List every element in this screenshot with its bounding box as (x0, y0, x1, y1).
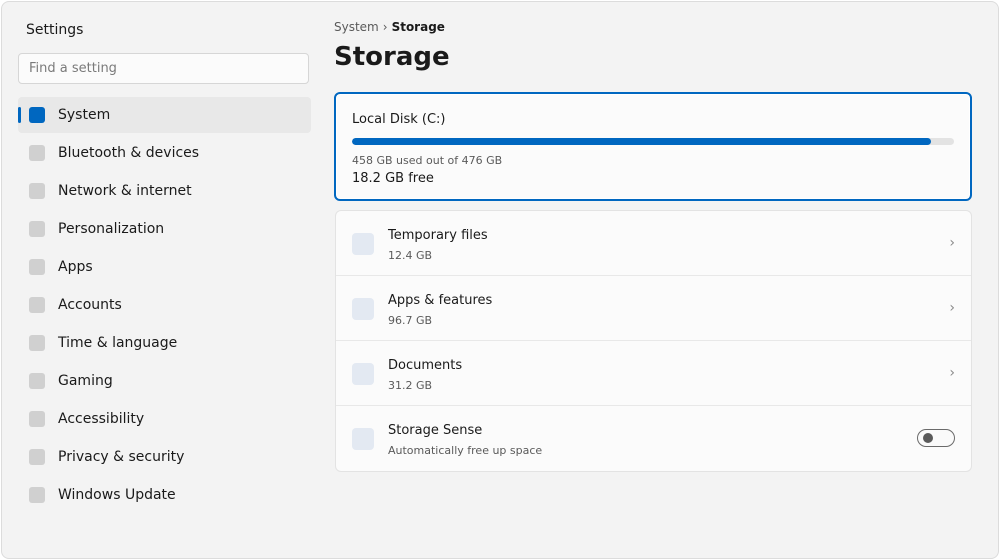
chevron-right-icon: › (949, 300, 955, 316)
shield-icon (29, 449, 45, 465)
sidebar-item-label: Time & language (58, 335, 178, 351)
sidebar-nav: System Bluetooth & devices Network & int… (18, 97, 311, 515)
page-title: Storage (334, 42, 450, 72)
sidebar-item-network-internet[interactable]: Network & internet (18, 173, 311, 209)
storage-item-size: 12.4 GB (388, 249, 433, 262)
sidebar-item-gaming[interactable]: Gaming (18, 363, 311, 399)
storage-item-description: Automatically free up space (388, 444, 543, 457)
search-input[interactable] (18, 53, 309, 84)
accounts-icon (29, 297, 45, 313)
documents-icon (352, 363, 374, 385)
disk-usage-fill (352, 138, 932, 145)
disk-usage-bar (352, 138, 954, 145)
app-title: Settings (26, 22, 84, 38)
storage-item-storage-sense: Storage Sense Automatically free up spac… (336, 406, 971, 471)
storage-item-size: 96.7 GB (388, 314, 433, 327)
storage-sense-toggle[interactable] (917, 429, 955, 447)
settings-window: Settings System Bluetooth & devices Netw… (1, 1, 999, 559)
sidebar-item-bluetooth-devices[interactable]: Bluetooth & devices (18, 135, 311, 171)
apps-icon (29, 259, 45, 275)
storage-categories-list: Temporary files 12.4 GB › Apps & feature… (335, 210, 972, 472)
disk-used-text: 458 GB used out of 476 GB (352, 154, 503, 167)
storage-item-size: 31.2 GB (388, 379, 433, 392)
sidebar-item-apps[interactable]: Apps (18, 249, 311, 285)
sidebar-item-accounts[interactable]: Accounts (18, 287, 311, 323)
sidebar-item-system[interactable]: System (18, 97, 311, 133)
storage-item-documents[interactable]: Documents 31.2 GB › (336, 341, 971, 406)
sidebar-item-accessibility[interactable]: Accessibility (18, 401, 311, 437)
storage-item-title: Documents (388, 358, 463, 373)
sidebar-item-label: Accessibility (58, 411, 145, 427)
sidebar: Settings System Bluetooth & devices Netw… (2, 2, 322, 558)
sidebar-item-label: Apps (58, 259, 93, 275)
sidebar-item-windows-update[interactable]: Windows Update (18, 477, 311, 513)
personalization-icon (29, 221, 45, 237)
temp-files-icon (352, 233, 374, 255)
breadcrumb-separator: › (382, 20, 388, 34)
system-icon (29, 107, 45, 123)
sidebar-item-label: Gaming (58, 373, 113, 389)
sidebar-item-label: Accounts (58, 297, 122, 313)
gaming-icon (29, 373, 45, 389)
breadcrumb-parent[interactable]: System (334, 20, 379, 34)
sidebar-item-time-language[interactable]: Time & language (18, 325, 311, 361)
disk-free-text: 18.2 GB free (352, 171, 434, 186)
chevron-right-icon: › (949, 365, 955, 381)
breadcrumb-current: Storage (391, 20, 445, 34)
sidebar-item-privacy-security[interactable]: Privacy & security (18, 439, 311, 475)
sidebar-item-label: Bluetooth & devices (58, 145, 200, 161)
apps-icon (352, 298, 374, 320)
toggle-knob (923, 433, 933, 443)
local-disk-card[interactable]: Local Disk (C:) 458 GB used out of 476 G… (334, 92, 972, 201)
chevron-right-icon: › (949, 235, 955, 251)
storage-item-temporary-files[interactable]: Temporary files 12.4 GB › (336, 211, 971, 276)
storage-item-title: Storage Sense (388, 423, 483, 438)
storage-item-apps-features[interactable]: Apps & features 96.7 GB › (336, 276, 971, 341)
sidebar-item-label: Windows Update (58, 487, 176, 503)
bluetooth-icon (29, 145, 45, 161)
windows-update-icon (29, 487, 45, 503)
sidebar-item-label: Privacy & security (58, 449, 185, 465)
sidebar-item-label: System (58, 107, 111, 123)
sidebar-item-label: Personalization (58, 221, 165, 237)
storage-sense-icon (352, 428, 374, 450)
storage-item-title: Apps & features (388, 293, 493, 308)
sidebar-item-label: Network & internet (58, 183, 192, 199)
accessibility-icon (29, 411, 45, 427)
storage-item-title: Temporary files (388, 228, 488, 243)
network-icon (29, 183, 45, 199)
time-language-icon (29, 335, 45, 351)
sidebar-item-personalization[interactable]: Personalization (18, 211, 311, 247)
disk-name: Local Disk (C:) (352, 112, 446, 127)
breadcrumb: System › Storage (334, 20, 445, 34)
